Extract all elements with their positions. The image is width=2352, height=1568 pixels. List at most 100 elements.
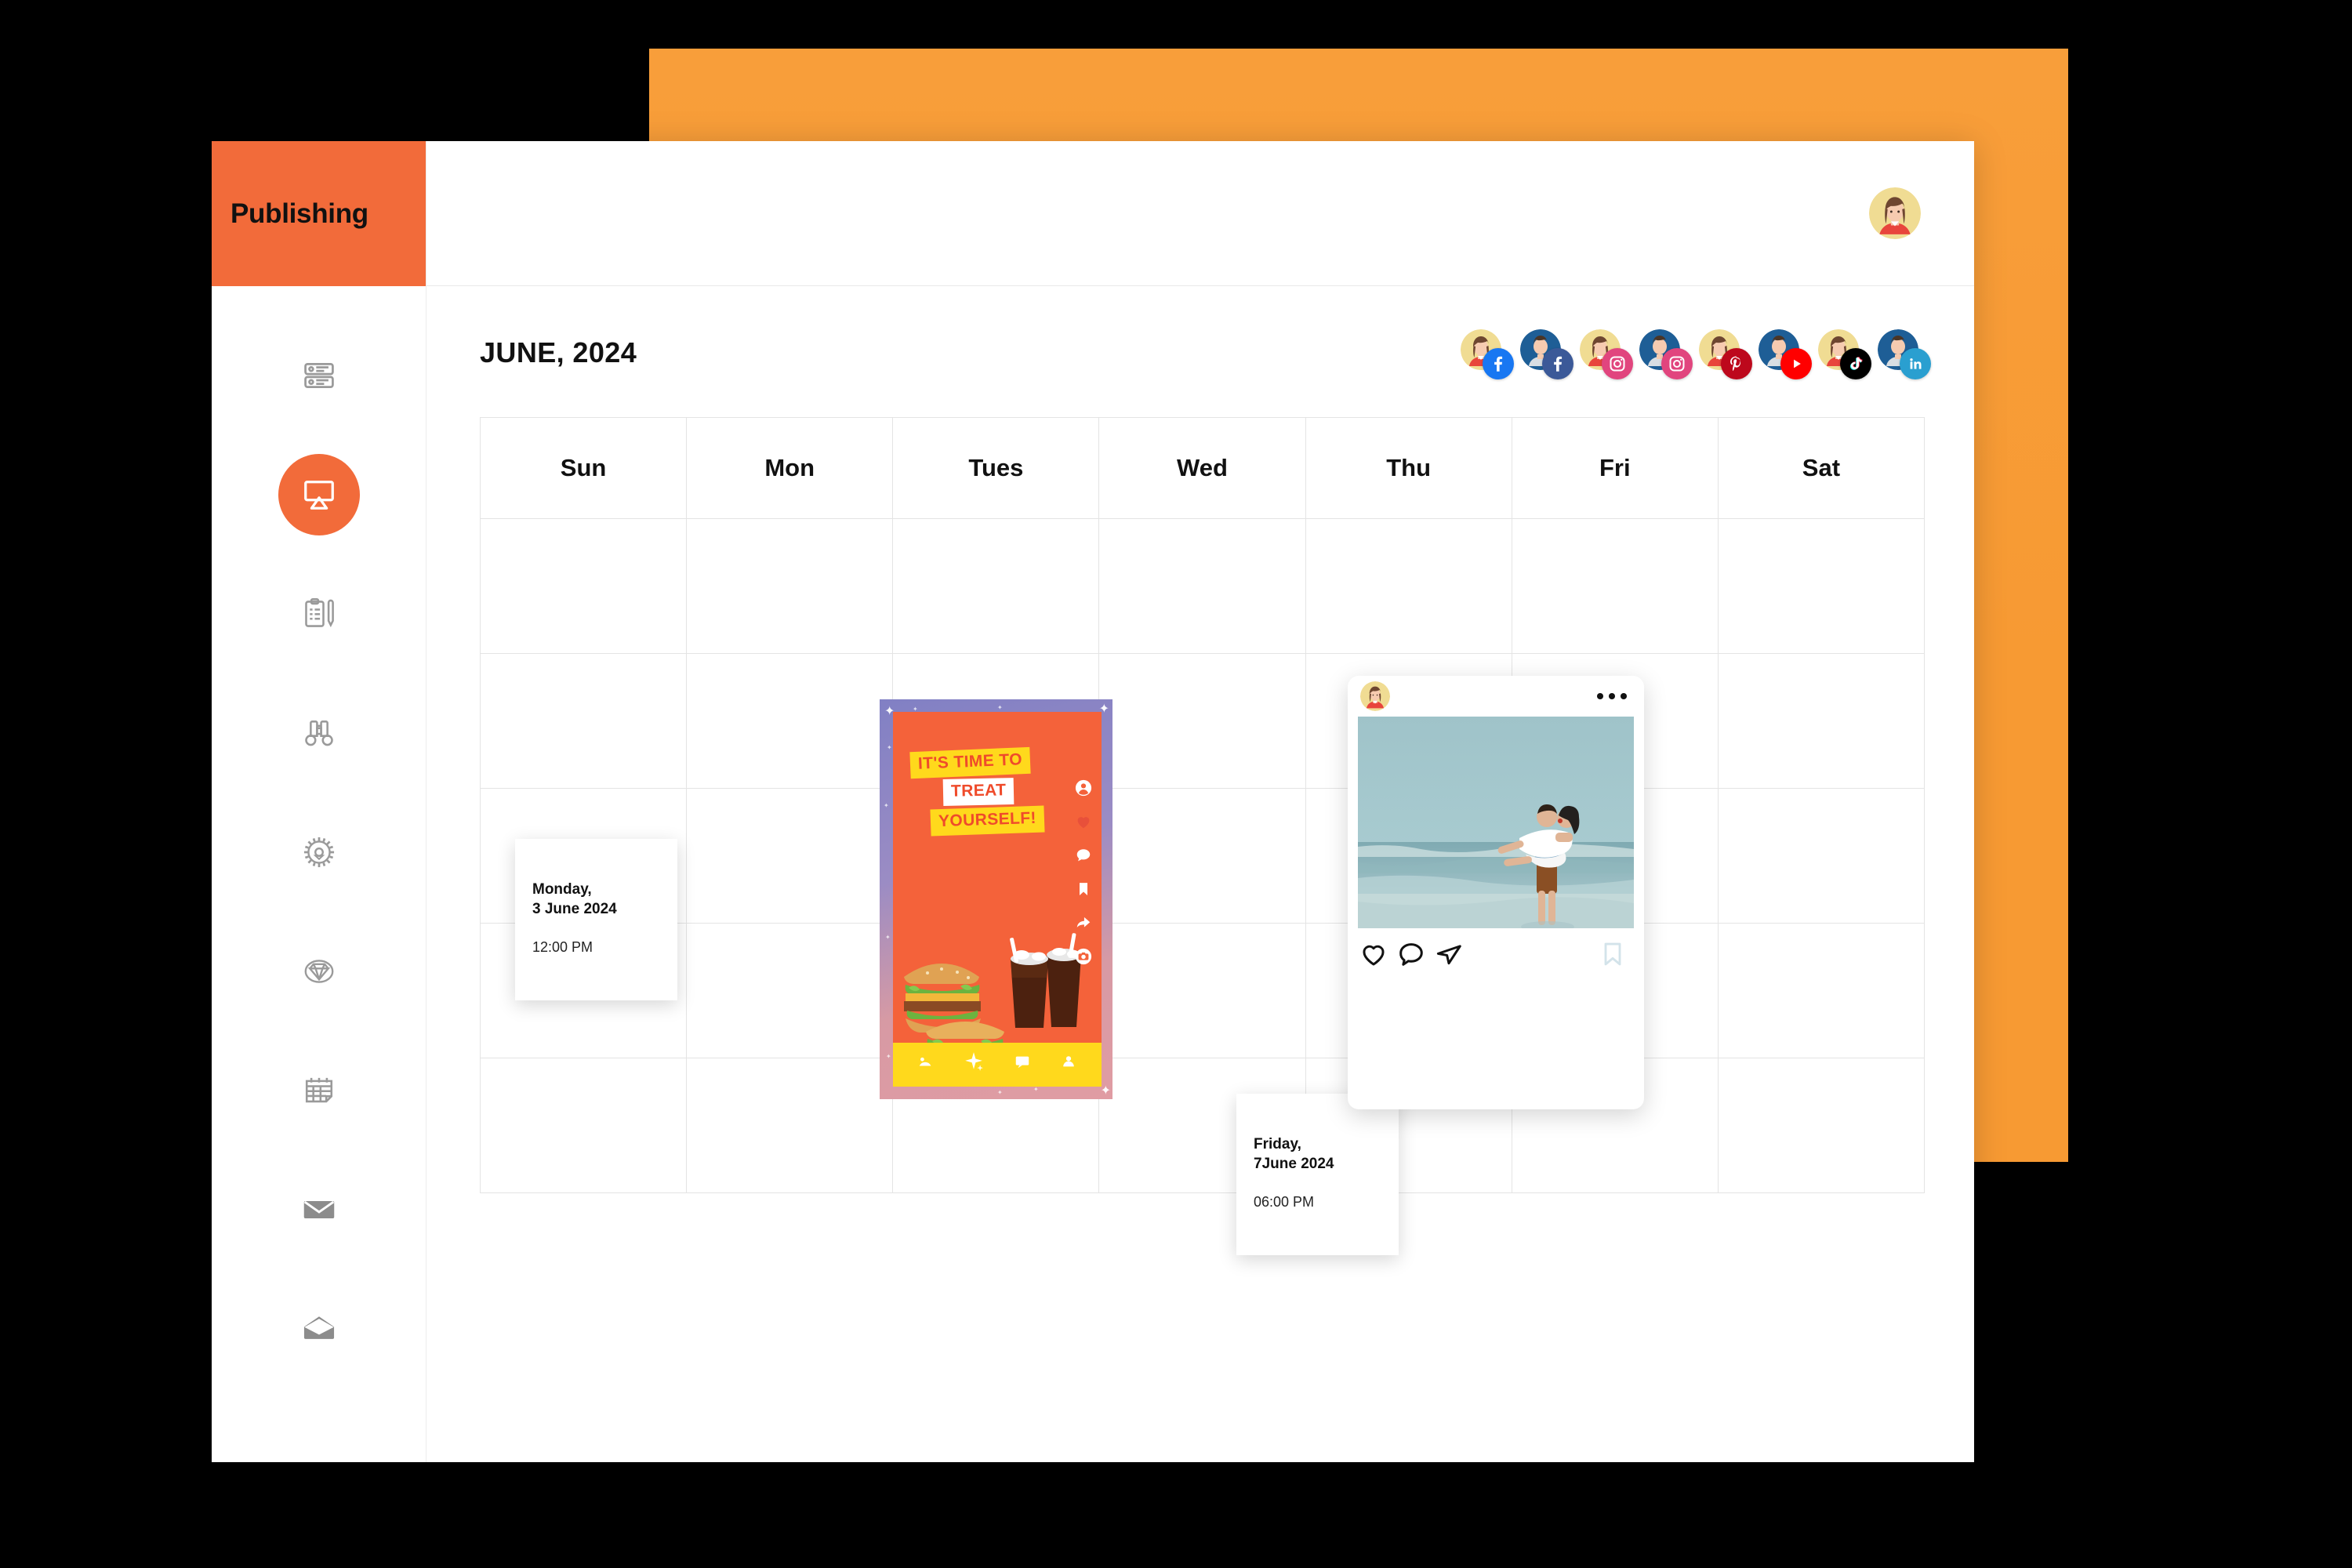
app-window: Publishing JUNE, 2024 Sun Mon Tues Wed T… (212, 141, 1974, 1462)
account-chip-facebook-1[interactable] (1461, 329, 1514, 379)
instagram-icon (1661, 348, 1693, 379)
calendar-day-cell[interactable] (1718, 654, 1925, 789)
share-icon[interactable] (1434, 939, 1464, 973)
comment-icon[interactable] (1396, 939, 1426, 973)
calendar-day-cell[interactable] (1305, 519, 1512, 654)
calendar-header-row: JUNE, 2024 (480, 329, 1931, 379)
story-frame: ✦ ✦ ✦ ✦ ✦ ✦ ✦ ✦ ✦ ✦ ✦ IT'S TIME TO TREAT… (880, 699, 1112, 1099)
instagram-icon (1602, 348, 1633, 379)
envelope-closed-icon (302, 1192, 336, 1227)
sidebar-item-inbox[interactable] (278, 1169, 360, 1250)
person-icon[interactable] (1060, 1053, 1077, 1074)
facebook-icon (1542, 348, 1573, 379)
calendar-day-cell[interactable] (481, 519, 688, 654)
tiktok-icon (1840, 348, 1871, 379)
text-icon[interactable] (1014, 1053, 1031, 1074)
comment-icon[interactable] (1075, 847, 1092, 868)
calendar-day-cell[interactable] (687, 519, 894, 654)
sidebar: Publishing (212, 141, 426, 1462)
account-chip-pinterest[interactable] (1699, 329, 1752, 379)
instagram-post-photo (1358, 717, 1634, 928)
calendar-day-cell[interactable] (481, 654, 688, 789)
info-card-time: 12:00 PM (532, 939, 593, 956)
camera-icon[interactable] (1075, 948, 1092, 969)
calendar-day-cell[interactable] (1099, 519, 1306, 654)
calendar-day-cell[interactable] (1099, 924, 1306, 1058)
calendar-day-cell[interactable] (1718, 789, 1925, 924)
account-chip-instagram-1[interactable] (1580, 329, 1633, 379)
info-card-date-line1: Monday, (532, 881, 592, 898)
facebook-icon (1483, 348, 1514, 379)
sparkle-icon: ✦ (1033, 1086, 1039, 1093)
heart-icon[interactable] (1359, 939, 1388, 973)
calendar-day-cell[interactable] (1718, 924, 1925, 1058)
sidebar-item-publishing[interactable] (278, 454, 360, 535)
clipboard-pen-icon (302, 597, 336, 631)
story-action-rail (1075, 779, 1092, 969)
calendar-week-row (481, 1058, 1925, 1193)
story-bottom-toolbar (893, 1044, 1102, 1082)
scheduled-post-burger-story[interactable]: ✦ ✦ ✦ ✦ ✦ ✦ ✦ ✦ ✦ ✦ ✦ IT'S TIME TO TREAT… (880, 699, 1112, 1099)
calendar-day-cell[interactable] (1512, 519, 1719, 654)
sidebar-item-dashboard[interactable] (278, 335, 360, 416)
bookmark-icon[interactable] (1599, 940, 1627, 972)
headline-line-1: IT'S TIME TO (909, 746, 1031, 779)
calendar-day-cell[interactable] (893, 519, 1100, 654)
post-info-card-friday[interactable]: Friday, 7June 2024 06:00 PM (1236, 1094, 1399, 1255)
topbar (426, 141, 1974, 286)
info-card-date: Monday, 3 June 2024 (532, 880, 677, 919)
day-header-fri: Fri (1512, 418, 1719, 519)
calendar-icon (302, 1073, 336, 1108)
more-options-icon[interactable] (1597, 693, 1627, 699)
calendar-day-cell[interactable] (687, 1058, 894, 1193)
sidebar-nav (212, 286, 426, 1462)
bookmark-icon[interactable] (1076, 880, 1091, 902)
account-chip-tiktok[interactable] (1818, 329, 1871, 379)
presentation-screen-icon (301, 477, 337, 513)
share-icon[interactable] (1075, 914, 1092, 935)
calendar-week-row (481, 519, 1925, 654)
calendar-week-row (481, 789, 1925, 924)
page-title: JUNE, 2024 (480, 336, 637, 368)
avatar[interactable] (1360, 681, 1390, 711)
sticker-icon[interactable] (917, 1053, 935, 1074)
sparkle-icon: ✦ (884, 802, 889, 809)
info-card-date: Friday, 7June 2024 (1254, 1134, 1399, 1174)
calendar-day-cell[interactable] (1099, 789, 1306, 924)
sidebar-item-settings[interactable] (278, 811, 360, 893)
sparkle-icon[interactable] (964, 1051, 984, 1076)
headline-line-2: TREAT (942, 778, 1014, 806)
calendar-week-row (481, 654, 1925, 789)
scheduled-post-instagram[interactable] (1348, 676, 1644, 1109)
calendar-day-cell[interactable] (687, 924, 894, 1058)
day-header-tues: Tues (893, 418, 1100, 519)
post-info-card-monday[interactable]: Monday, 3 June 2024 12:00 PM (515, 839, 677, 1000)
calendar-day-cell[interactable] (1099, 654, 1306, 789)
calendar-day-cell[interactable] (1718, 519, 1925, 654)
account-chip-instagram-2[interactable] (1639, 329, 1693, 379)
youtube-icon (1780, 348, 1812, 379)
account-chip-youtube[interactable] (1759, 329, 1812, 379)
profile-icon[interactable] (1075, 779, 1092, 800)
info-card-date-line2: 3 June 2024 (532, 901, 617, 918)
calendar-day-cell[interactable] (687, 654, 894, 789)
account-chip-linkedin[interactable] (1878, 329, 1931, 379)
sparkle-icon: ✦ (886, 1053, 891, 1060)
sidebar-item-calendar[interactable] (278, 1050, 360, 1131)
brand-title: Publishing (230, 198, 368, 229)
avatar[interactable] (1869, 187, 1921, 239)
sparkle-icon: ✦ (997, 704, 1003, 711)
pinterest-icon (1721, 348, 1752, 379)
main-area: JUNE, 2024 Sun Mon Tues Wed Thu Fri Sat … (426, 141, 1974, 1462)
sidebar-item-sent[interactable] (278, 1288, 360, 1370)
sidebar-item-monitoring[interactable] (278, 692, 360, 774)
calendar-day-cell[interactable] (481, 1058, 688, 1193)
calendar-day-cell[interactable] (1718, 1058, 1925, 1193)
sidebar-item-content[interactable] (278, 573, 360, 655)
sidebar-item-premium[interactable] (278, 931, 360, 1012)
heart-icon[interactable] (1075, 813, 1092, 834)
calendar-day-cell[interactable] (687, 789, 894, 924)
info-card-time: 06:00 PM (1254, 1194, 1315, 1210)
sparkle-icon: ✦ (1100, 1084, 1111, 1098)
account-chip-facebook-2[interactable] (1520, 329, 1573, 379)
